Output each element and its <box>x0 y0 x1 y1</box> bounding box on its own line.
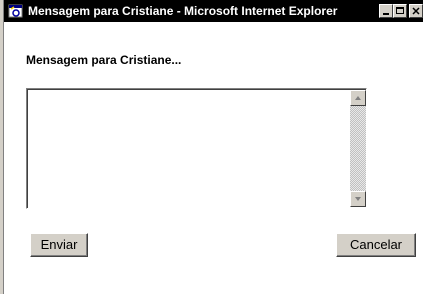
maximize-button[interactable] <box>393 4 407 18</box>
internet-explorer-icon[interactable] <box>8 3 24 19</box>
vertical-scrollbar[interactable] <box>350 90 366 207</box>
message-textarea[interactable] <box>26 88 367 209</box>
send-button[interactable]: Enviar <box>30 233 88 257</box>
window-title: Mensagem para Cristiane - Microsoft Inte… <box>28 4 338 18</box>
browser-window: Mensagem para Cristiane - Microsoft Inte… <box>0 0 423 294</box>
message-prompt-label: Mensagem para Cristiane... <box>26 53 182 67</box>
maximize-icon <box>396 7 404 14</box>
minimize-icon <box>383 13 389 15</box>
minimize-button[interactable] <box>379 4 393 18</box>
scroll-up-button[interactable] <box>350 90 366 106</box>
title-bar[interactable]: Mensagem para Cristiane - Microsoft Inte… <box>4 0 423 22</box>
close-icon <box>412 7 420 15</box>
close-button[interactable] <box>409 4 423 18</box>
arrow-down-icon <box>355 197 361 201</box>
arrow-up-icon <box>355 96 361 100</box>
scroll-down-button[interactable] <box>350 191 366 207</box>
cancel-button[interactable]: Cancelar <box>336 233 416 257</box>
window-frame-edge <box>0 0 4 294</box>
